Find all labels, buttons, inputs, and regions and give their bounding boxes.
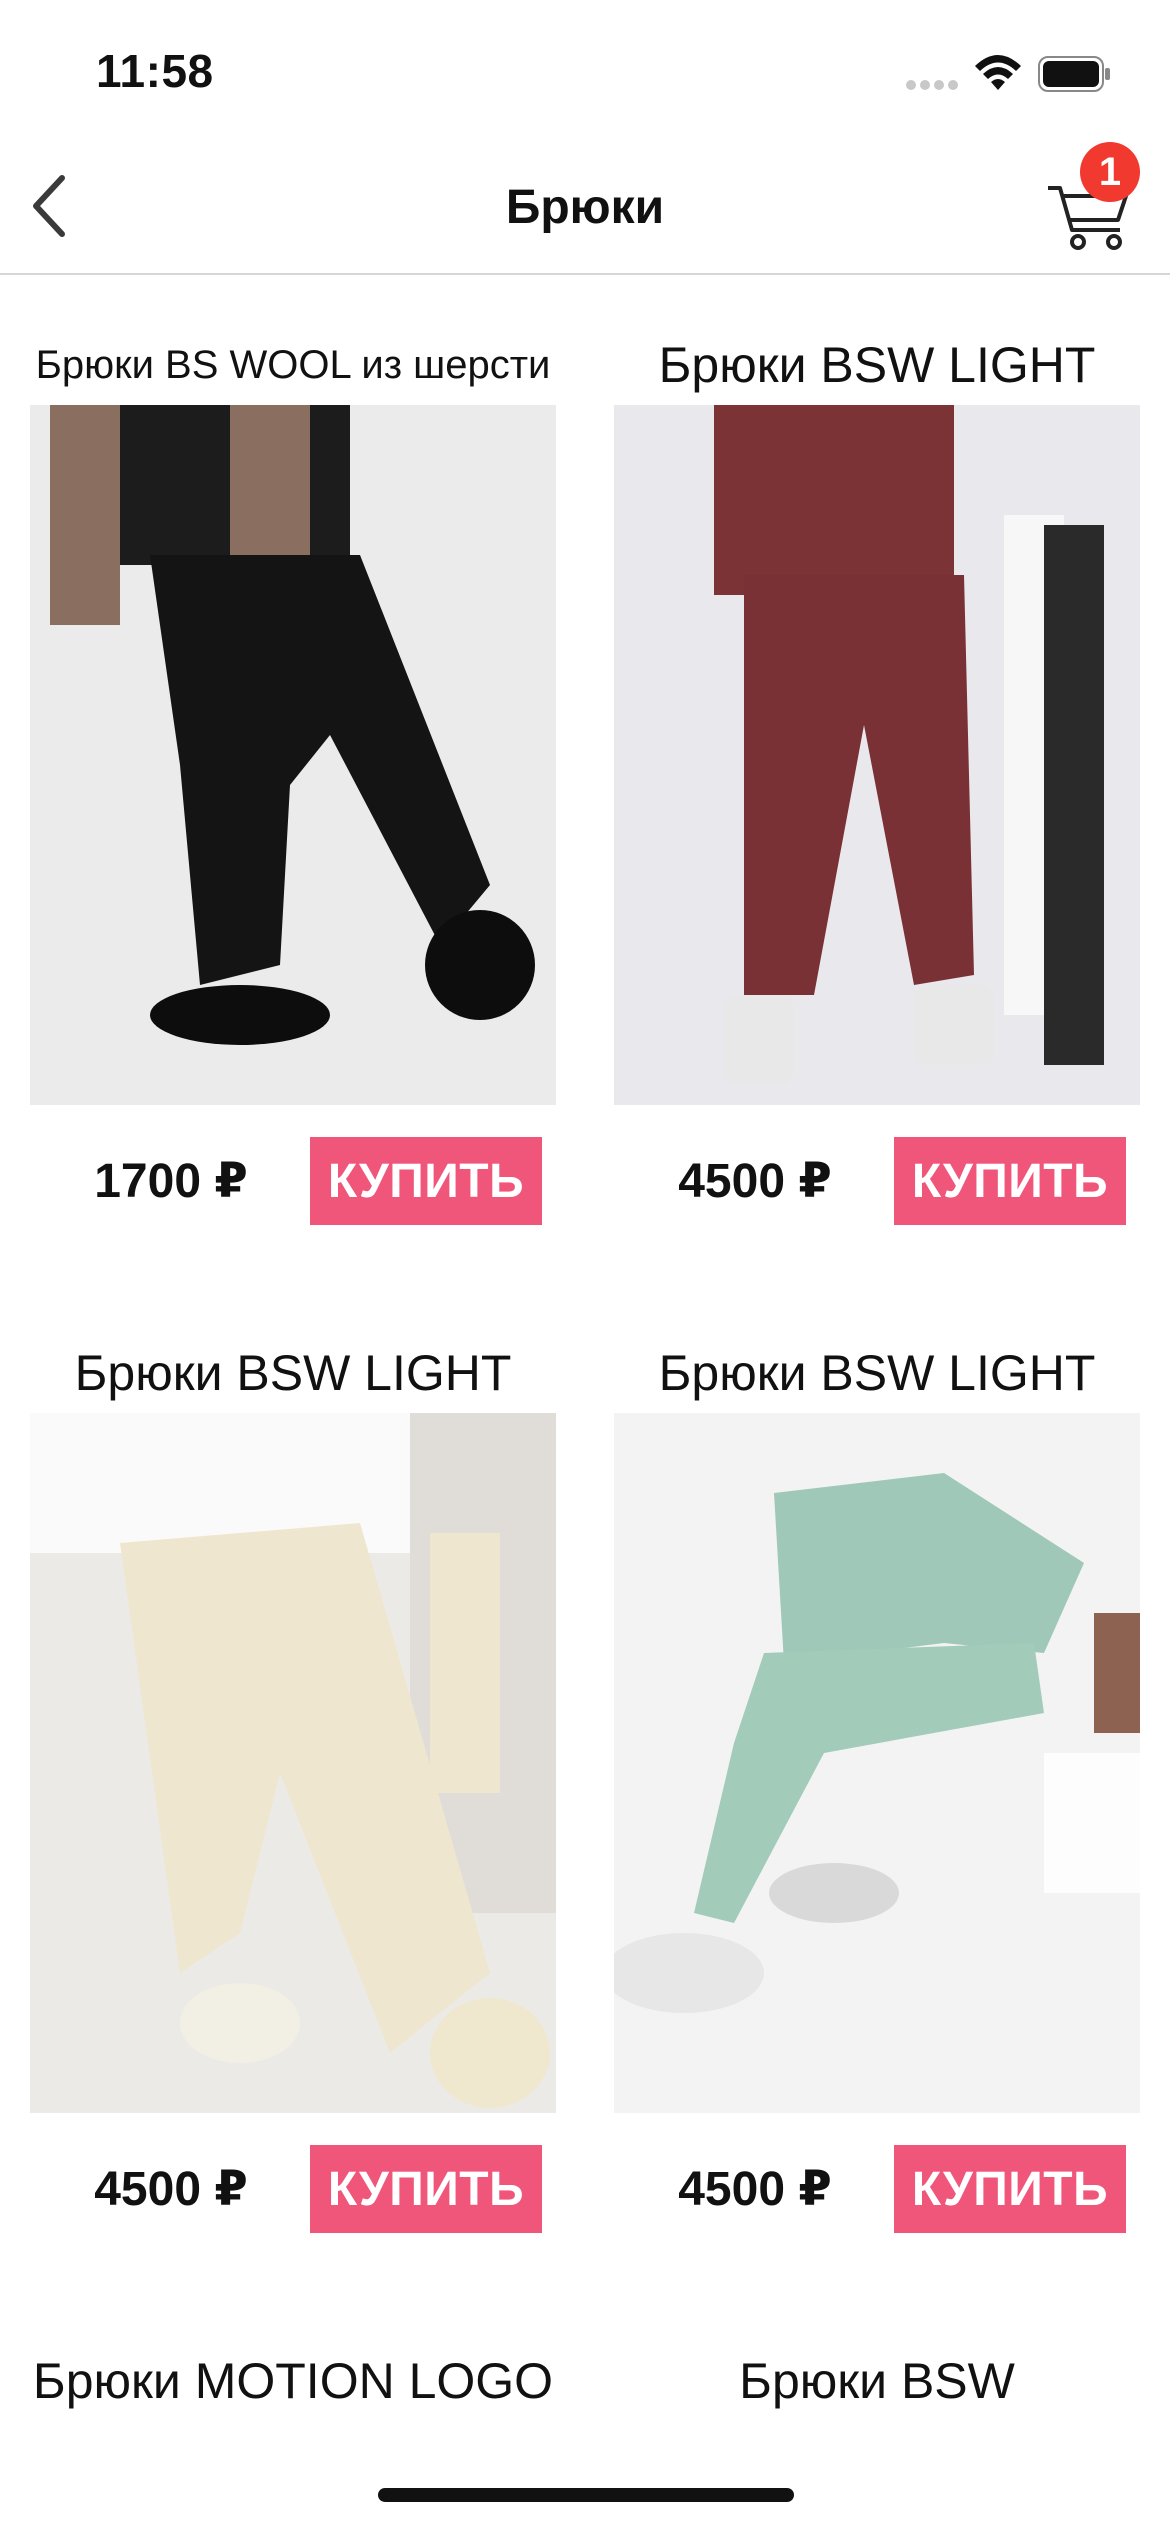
battery-icon	[1038, 56, 1110, 92]
navigation-bar: Брюки	[0, 140, 1170, 275]
product-image[interactable]	[30, 1413, 556, 2113]
cart-count-badge: 1	[1080, 142, 1140, 202]
home-indicator	[378, 2488, 794, 2502]
product-price: 4500 ₽	[94, 2163, 248, 2216]
burgundy-pants-photo	[614, 405, 1140, 1105]
product-title: Брюки BSW	[739, 2353, 1015, 2409]
buy-button[interactable]: КУПИТЬ	[310, 2145, 542, 2233]
product-title: Брюки MOTION LOGO	[32, 2353, 554, 2409]
buy-button[interactable]: КУПИТЬ	[894, 1137, 1126, 1225]
black-pants-photo	[30, 405, 556, 1105]
product-price: 4500 ₽	[678, 1155, 832, 1208]
cellular-signal-icon	[906, 80, 958, 92]
product-title: Брюки BSW LIGHT	[74, 1345, 512, 1401]
product-title: Брюки BSW LIGHT	[658, 337, 1096, 393]
mint-pants-photo	[614, 1413, 1140, 2113]
buy-button[interactable]: КУПИТЬ	[894, 2145, 1126, 2233]
product-price: 4500 ₽	[678, 2163, 832, 2216]
product-image[interactable]	[614, 405, 1140, 1105]
wifi-icon	[975, 55, 1021, 90]
status-time: 11:58	[96, 45, 214, 97]
cream-pants-photo	[30, 1413, 556, 2113]
buy-button[interactable]: КУПИТЬ	[310, 1137, 542, 1225]
product-image[interactable]	[30, 405, 556, 1105]
product-title: Брюки BSW LIGHT	[658, 1345, 1096, 1401]
status-bar: 11:58	[0, 0, 1170, 140]
product-title: Брюки BS WOOL из шерсти	[35, 342, 551, 387]
product-image[interactable]	[614, 1413, 1140, 2113]
product-price: 1700 ₽	[94, 1155, 248, 1208]
page-title: Брюки	[505, 181, 665, 234]
